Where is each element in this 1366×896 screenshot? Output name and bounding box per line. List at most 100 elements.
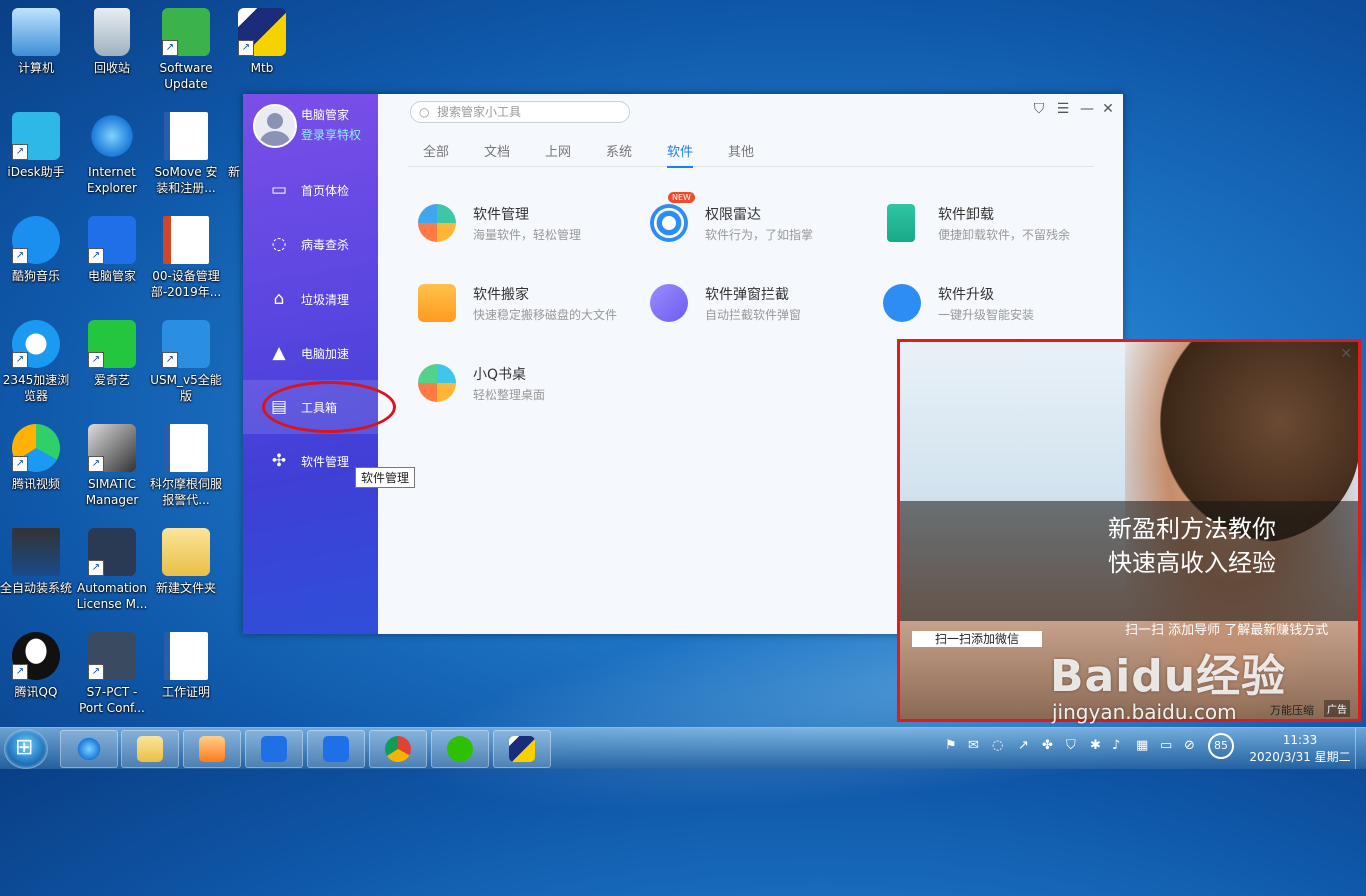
sidebar-item-label: 首页体检 xyxy=(301,184,350,198)
tab-documents[interactable]: 文档 xyxy=(484,141,510,166)
tool-software-management[interactable]: 软件管理 海量软件，轻松管理 xyxy=(410,200,630,248)
desktop-icon-label: S7-PCT - Port Conf... xyxy=(79,685,145,715)
sidebar-item-speedup[interactable]: ▲ 电脑加速 xyxy=(243,326,378,380)
desktop-icon-s7-pct[interactable]: ↗ S7-PCT - Port Conf... xyxy=(76,632,148,716)
tab-internet[interactable]: 上网 xyxy=(545,141,571,166)
taskbar-ie[interactable] xyxy=(60,730,118,768)
sidebar-item-virus-scan[interactable]: ◌ 病毒查杀 xyxy=(243,217,378,271)
simatic-icon: ↗ xyxy=(88,424,136,472)
desktop-icon-internet-explorer[interactable]: Internet Explorer xyxy=(76,112,148,196)
volume-icon[interactable]: ♪ xyxy=(1112,738,1120,753)
desktop-icon-software-update[interactable]: ↗ Software Update xyxy=(150,8,222,92)
mtb-icon xyxy=(509,736,535,762)
desktop-icon-label: 工作证明 xyxy=(161,685,210,699)
tool-name: 软件升级 xyxy=(938,287,994,303)
tool-description: 快速稳定搬移磁盘的大文件 xyxy=(473,308,618,322)
desktop-icon-automation-license[interactable]: ↗ Automation License M... xyxy=(76,528,148,612)
tool-software-move[interactable]: 软件搬家 快速稳定搬移磁盘的大文件 xyxy=(410,280,630,328)
tool-name: 小Q书桌 xyxy=(473,367,527,383)
ad-subtext: 扫一扫 添加导师 了解最新赚钱方式 xyxy=(1125,623,1329,638)
profile[interactable]: 电脑管家 登录享特权 xyxy=(253,104,373,148)
ad-brand: 万能压缩 xyxy=(1270,704,1314,717)
tool-permission-radar[interactable]: NEW 权限雷达 软件行为，了如指掌 xyxy=(642,192,862,248)
flag-icon[interactable]: ⚑ xyxy=(945,738,957,753)
pin-icon[interactable]: ↗ xyxy=(1018,738,1029,753)
taskbar-mtb[interactable] xyxy=(493,730,551,768)
desktop-icon-usm[interactable]: ↗ USM_v5全能版 xyxy=(150,320,222,404)
taskbar-pc-manager-2[interactable] xyxy=(307,730,365,768)
skin-icon[interactable]: ⛉ xyxy=(1030,100,1048,118)
desktop-icon-label: 00-设备管理部-2019年... xyxy=(150,269,222,299)
desktop-icon-computer[interactable]: 计算机 xyxy=(0,8,72,76)
device-icon[interactable]: ▦ xyxy=(1136,738,1148,753)
desktop-icon-2345[interactable]: ↗ 2345加速浏览器 xyxy=(0,320,72,404)
battery-badge[interactable]: 85 xyxy=(1208,733,1234,759)
desktop-icon-simatic[interactable]: ↗ SIMATIC Manager xyxy=(76,424,148,508)
sidebar-item-label: 病毒查杀 xyxy=(301,238,350,252)
desktop-icon-recycle-bin[interactable]: 回收站 xyxy=(76,8,148,76)
powerpoint-icon xyxy=(163,216,209,264)
ime-icon[interactable]: ◌ xyxy=(992,738,1003,753)
close-icon[interactable]: ✕ xyxy=(1340,346,1352,362)
login-link[interactable]: 登录享特权 xyxy=(301,126,361,143)
minimize-icon[interactable]: — xyxy=(1078,100,1096,118)
desktop-icon-kugou[interactable]: ↗ 酷狗音乐 xyxy=(0,216,72,284)
tool-software-upgrade[interactable]: 软件升级 一键升级智能安装 xyxy=(875,280,1095,328)
new-badge: NEW xyxy=(668,192,695,203)
desktop-icon-work-certificate[interactable]: 工作证明 xyxy=(150,632,222,700)
sidebar-item-home-check[interactable]: ▭ 首页体检 xyxy=(243,163,378,217)
tab-other[interactable]: 其他 xyxy=(728,141,754,166)
shield-tray-icon[interactable]: ⛉ xyxy=(1066,738,1076,753)
tab-all[interactable]: 全部 xyxy=(423,141,449,166)
shield-icon: ↗ xyxy=(88,216,136,264)
tool-desktop-organizer[interactable]: 小Q书桌 轻松整理桌面 xyxy=(410,360,630,408)
desktop-icon-label: USM_v5全能版 xyxy=(150,373,222,403)
avatar[interactable] xyxy=(253,104,297,148)
taskbar-wechat[interactable] xyxy=(431,730,489,768)
clock[interactable]: 11:33 2020/3/31 星期二 xyxy=(1245,732,1355,766)
taskbar: ⚑ ✉ ◌ ↗ ✤ ⛉ ✱ ♪ ▦ ▭ ⊘ 85 11:33 2020/3/31… xyxy=(0,727,1366,769)
desktop-icon-auto-install[interactable]: 全自动装系统 xyxy=(0,528,72,596)
trash-icon xyxy=(887,204,915,242)
bluetooth-icon[interactable]: ✱ xyxy=(1090,738,1101,753)
ad-add-wechat-button[interactable]: 扫一扫添加微信 xyxy=(912,631,1042,647)
desktop-icon-idesk[interactable]: ↗ iDesk助手 xyxy=(0,112,72,180)
tool-description: 便捷卸载软件，不留残余 xyxy=(938,228,1071,242)
desktop-icon-qq[interactable]: ↗ 腾讯QQ xyxy=(0,632,72,700)
rocket-icon: ▲ xyxy=(272,343,286,363)
folder-icon xyxy=(137,736,163,762)
taskbar-explorer[interactable] xyxy=(121,730,179,768)
desktop-icon-iqiyi[interactable]: ↗ 爱奇艺 xyxy=(76,320,148,388)
desktop-icon-partial[interactable]: 新 xyxy=(200,112,240,180)
radar-icon xyxy=(650,204,688,242)
display-icon[interactable]: ▭ xyxy=(1160,738,1172,753)
tab-software[interactable]: 软件 xyxy=(667,141,694,168)
broom-icon: ⌂ xyxy=(273,289,285,309)
start-button[interactable] xyxy=(4,729,48,769)
desktop-icon-mtb[interactable]: ↗ Mtb xyxy=(226,8,298,76)
media-player-icon xyxy=(199,736,225,762)
profile-name: 电脑管家 xyxy=(301,108,350,122)
wechat-tray-icon[interactable]: ✉ xyxy=(968,738,979,753)
tool-popup-blocker[interactable]: 软件弹窗拦截 自动拦截软件弹窗 xyxy=(642,280,862,328)
taskbar-pc-manager-1[interactable] xyxy=(245,730,303,768)
close-icon[interactable]: ✕ xyxy=(1099,100,1117,118)
desktop-icon-tencent-video[interactable]: ↗ 腾讯视频 xyxy=(0,424,72,492)
desktop-icon-kollmorgen[interactable]: 科尔摩根伺服报警代... xyxy=(150,424,222,508)
ad-headline-line-1: 新盈利方法教你 xyxy=(1108,515,1276,543)
taskbar-media-player[interactable] xyxy=(183,730,241,768)
partial-icon xyxy=(215,112,225,160)
search-input[interactable]: ○ 搜索管家小工具 xyxy=(410,101,630,123)
desktop-icon-ppt[interactable]: 00-设备管理部-2019年... xyxy=(150,216,222,300)
tab-system[interactable]: 系统 xyxy=(606,141,632,166)
desktop-icon-pc-manager[interactable]: ↗ 电脑管家 xyxy=(76,216,148,284)
no-sign-icon[interactable]: ⊘ xyxy=(1184,738,1195,753)
taskbar-chrome[interactable] xyxy=(369,730,427,768)
sidebar-item-label: 软件管理 xyxy=(301,455,350,469)
tool-software-uninstall[interactable]: 软件卸载 便捷卸载软件，不留残余 xyxy=(875,200,1095,248)
desktop-icon-new-folder[interactable]: 新建文件夹 xyxy=(150,528,222,596)
sidebar-item-junk-cleanup[interactable]: ⌂ 垃圾清理 xyxy=(243,272,378,326)
menu-icon[interactable]: ☰ xyxy=(1054,100,1072,118)
network-cluster-icon[interactable]: ✤ xyxy=(1042,738,1053,753)
show-desktop-button[interactable] xyxy=(1355,728,1366,769)
